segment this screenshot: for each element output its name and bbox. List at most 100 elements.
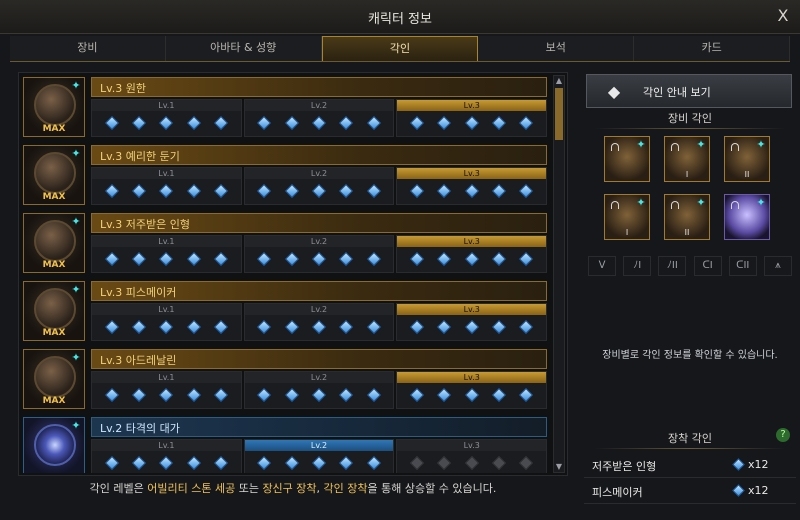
- scroll-up-icon[interactable]: ▲: [554, 76, 564, 86]
- divider: [594, 128, 786, 129]
- gear-icon: ✦: [636, 138, 646, 151]
- engraving-list: ✦ MAX Lv.3 원한 Lv.1 Lv.2 Lv.3 ✦ MAX Lv.3 예리…: [21, 75, 551, 473]
- gem-icon: [339, 319, 354, 335]
- gem-icon: [159, 319, 174, 335]
- gem-icon: [257, 319, 272, 335]
- gem-icon: [159, 455, 174, 471]
- engraving-icon[interactable]: ✦: [23, 417, 85, 473]
- slot-filter-icon[interactable]: ﾉI: [623, 256, 652, 276]
- max-badge: MAX: [42, 192, 66, 202]
- close-icon[interactable]: X: [774, 6, 792, 26]
- level-label: Lv.2: [244, 440, 394, 451]
- tab-gems[interactable]: 보석: [478, 36, 635, 61]
- slot-filter-icon[interactable]: ⩚: [763, 256, 792, 276]
- mounted-engraving-title: 장착 각인: [668, 432, 712, 445]
- gem-row: [92, 315, 241, 339]
- engraving-row[interactable]: ✦ MAX Lv.3 피스메이커 Lv.1 Lv.2 Lv.3: [21, 279, 549, 343]
- gem-icon: [159, 115, 174, 131]
- gem-icon: [131, 183, 147, 199]
- engraving-icon[interactable]: ✦ MAX: [23, 281, 85, 341]
- level-segment: Lv.3: [396, 167, 548, 205]
- engraving-icon[interactable]: ✦ MAX: [23, 349, 85, 409]
- gear-icon: ✦: [71, 215, 81, 228]
- gem-row: [92, 383, 241, 407]
- level-segment: Lv.1: [91, 371, 242, 409]
- hint-suffix: 을 통해 상승할 수 있습니다.: [367, 482, 497, 495]
- gem-icon: [519, 115, 534, 131]
- gem-icon: [464, 319, 479, 335]
- scroll-down-icon[interactable]: ▼: [554, 462, 564, 472]
- gem-icon: [131, 115, 147, 131]
- right-panel: ◆ 각인 안내 보기 장비 각인 ✦ ✦ I ✦ II ✦ I ✦ II ✦ ᐯ…: [584, 72, 796, 506]
- gem-row: [397, 179, 546, 203]
- help-icon[interactable]: ?: [776, 428, 790, 442]
- level-label: Lv.2: [244, 100, 394, 111]
- level-track: Lv.1 Lv.2 Lv.3: [91, 303, 548, 341]
- gem-icon: [159, 387, 174, 403]
- equip-slot[interactable]: ✦ II: [664, 194, 710, 240]
- tab-cards[interactable]: 카드: [634, 36, 790, 61]
- mounted-engraving-list: 저주받은 인형 x12 피스메이커 x12: [584, 452, 796, 504]
- equip-slot[interactable]: ✦ I: [664, 136, 710, 182]
- level-segment: Lv.2: [243, 99, 395, 137]
- slot-filter-icon[interactable]: ᑕII: [728, 256, 757, 276]
- level-segment: Lv.3: [396, 99, 548, 137]
- gem-icon: [131, 319, 147, 335]
- gem-icon: [186, 455, 201, 471]
- slot-filter-icon[interactable]: ᐯ: [588, 256, 616, 276]
- engraving-icon[interactable]: ✦ MAX: [23, 145, 85, 205]
- hint-stone: 어빌리티 스톤 세공: [147, 482, 236, 495]
- equip-slot[interactable]: ✦ I: [604, 194, 650, 240]
- tab-avatar[interactable]: 아바타 & 성향: [165, 36, 322, 61]
- engraving-icon[interactable]: ✦ MAX: [23, 77, 85, 137]
- gem-icon: [131, 387, 147, 403]
- gem-row: [92, 179, 241, 203]
- gem-icon: [213, 115, 229, 131]
- level-segment: Lv.3: [396, 371, 548, 409]
- gear-icon: ✦: [696, 196, 706, 209]
- gem-icon: [491, 183, 507, 199]
- gem-icon: [284, 455, 299, 471]
- gem-icon: [284, 319, 299, 335]
- engraving-name-bar: Lv.2 타격의 대가: [91, 417, 547, 437]
- scroll-thumb[interactable]: [555, 88, 563, 140]
- gem-icon: [186, 319, 201, 335]
- engraving-hint: 각인 레벨은 어빌리티 스톤 세공 또는 장신구 장착, 각인 장착을 통해 상…: [18, 480, 568, 496]
- gem-icon: [213, 183, 229, 199]
- equip-slot[interactable]: ✦ II: [724, 136, 770, 182]
- gem-icon: [732, 458, 745, 471]
- gem-icon: [186, 251, 201, 267]
- engraving-icon[interactable]: ✦ MAX: [23, 213, 85, 273]
- mounted-engraving-count: x12: [748, 484, 769, 497]
- gem-icon: [491, 251, 507, 267]
- engraving-row[interactable]: ✦ MAX Lv.3 아드레날린 Lv.1 Lv.2 Lv.3: [21, 347, 549, 411]
- gem-icon: [104, 319, 119, 335]
- gem-icon: [519, 319, 534, 335]
- slot-filter-icon[interactable]: ﾉII: [658, 256, 687, 276]
- engraving-name: Lv.3 원한: [100, 82, 147, 95]
- level-track: Lv.1 Lv.2 Lv.3: [91, 99, 548, 137]
- engraving-name: Lv.3 저주받은 인형: [100, 218, 190, 231]
- engraving-row[interactable]: ✦ MAX Lv.3 원한 Lv.1 Lv.2 Lv.3: [21, 75, 549, 139]
- equip-slot[interactable]: ✦: [604, 136, 650, 182]
- tab-engraving[interactable]: 각인: [321, 36, 479, 61]
- engraving-row[interactable]: ✦ MAX Lv.3 저주받은 인형 Lv.1 Lv.2 Lv.3: [21, 211, 549, 275]
- level-segment: Lv.2: [243, 439, 395, 473]
- gem-icon: [186, 387, 201, 403]
- engraving-guide-button[interactable]: ◆ 각인 안내 보기: [586, 74, 792, 108]
- tab-equipment[interactable]: 장비: [10, 36, 166, 61]
- gem-icon: [491, 319, 507, 335]
- slot-index: II: [684, 228, 690, 237]
- equip-slot[interactable]: ✦: [724, 194, 770, 240]
- gem-icon: [159, 251, 174, 267]
- slot-filter-icon[interactable]: ᑕI: [693, 256, 722, 276]
- engraving-row[interactable]: ✦ Lv.2 타격의 대가 Lv.1 Lv.2 Lv.3: [21, 415, 549, 473]
- scrollbar[interactable]: ▲ ▼: [553, 75, 565, 473]
- engraving-name: Lv.3 아드레날린: [100, 354, 177, 367]
- gem-row: [245, 383, 394, 407]
- engraving-row[interactable]: ✦ MAX Lv.3 예리한 둔기 Lv.1 Lv.2 Lv.3: [21, 143, 549, 207]
- gem-icon: [257, 183, 272, 199]
- mounted-engraving-row: 저주받은 인형 x12: [584, 452, 796, 478]
- engraving-name-bar: Lv.3 저주받은 인형: [91, 213, 547, 233]
- level-segment: Lv.1: [91, 439, 242, 473]
